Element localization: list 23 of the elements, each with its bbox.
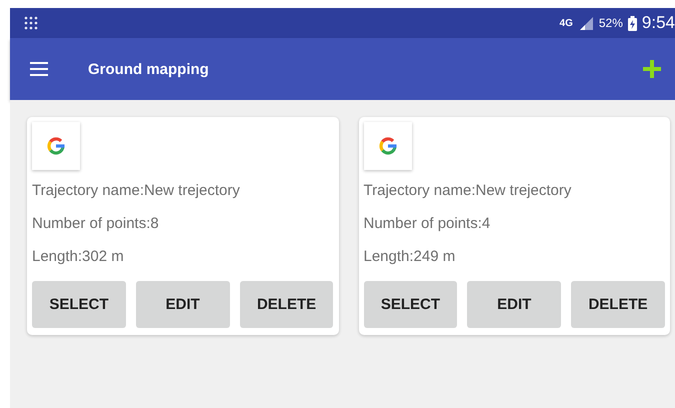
trajectory-name: Trajectory name:New trejectory bbox=[32, 182, 241, 201]
clock: 9:54 bbox=[642, 13, 675, 33]
card-button[interactable]: DELETE bbox=[571, 281, 665, 328]
add-icon[interactable] bbox=[643, 60, 661, 78]
battery-percentage: 52% bbox=[598, 16, 623, 30]
network-type: 4G bbox=[560, 18, 573, 28]
g-logo-icon bbox=[378, 136, 398, 156]
card-button[interactable]: SELECT bbox=[364, 281, 458, 328]
signal-icon bbox=[578, 16, 594, 30]
card-button[interactable]: EDIT bbox=[467, 281, 562, 328]
app-grid-icon[interactable] bbox=[24, 16, 38, 30]
g-logo-icon bbox=[46, 136, 66, 156]
trajectory-length: Length:249 m bbox=[364, 248, 456, 267]
app-title: Ground mapping bbox=[88, 60, 209, 78]
menu-icon[interactable] bbox=[30, 62, 48, 76]
points-count: Number of points:4 bbox=[364, 215, 492, 234]
card-button[interactable]: SELECT bbox=[32, 281, 126, 328]
trajectory-name: Trajectory name:New trejectory bbox=[364, 182, 572, 201]
card-button[interactable]: EDIT bbox=[136, 281, 230, 328]
points-count: Number of points:8 bbox=[32, 215, 160, 234]
battery-icon bbox=[628, 16, 637, 30]
card-button[interactable]: DELETE bbox=[240, 281, 334, 328]
trajectory-length: Length:302 m bbox=[32, 248, 125, 267]
